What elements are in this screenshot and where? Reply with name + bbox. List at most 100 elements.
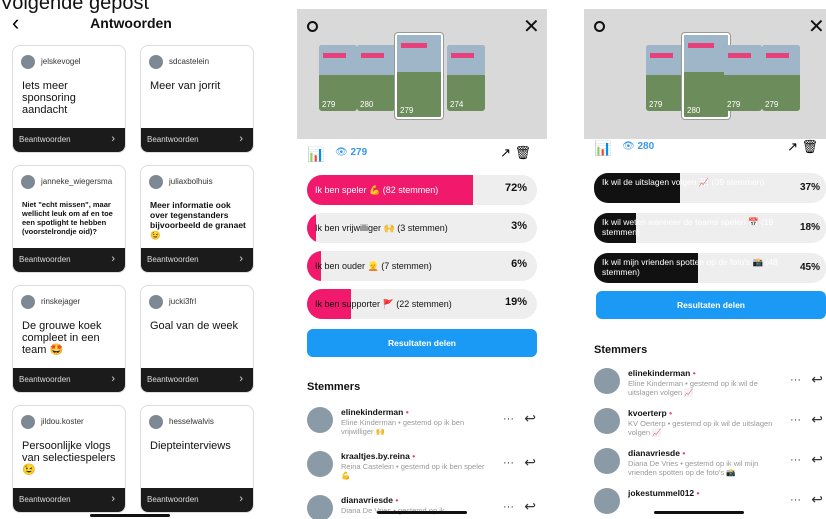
thumbnail-sticker [451, 53, 474, 58]
new-dot: • [666, 408, 673, 418]
thumbnail-view-count: 279 [649, 100, 663, 109]
thumbnail-sky [319, 45, 357, 75]
poll-option: Ik ben ouder 👱 (7 stemmen) 6% [307, 251, 537, 281]
reply-icon[interactable]: ↩ [524, 454, 536, 471]
trend-icon[interactable]: ↗ [787, 139, 798, 155]
poll-option-label: Ik wil mijn vrienden spotten op de foto'… [602, 257, 778, 277]
story-thumbnail[interactable]: 279 [646, 45, 684, 111]
avatar [149, 55, 163, 69]
chevron-right-icon: › [239, 373, 243, 385]
thumbnail-sticker [401, 43, 428, 48]
story-thumbnail[interactable]: 280 [682, 33, 730, 119]
answer-text: Persoonlijke vlogs van selectiespelers 😉 [22, 440, 116, 476]
avatar [149, 175, 163, 189]
avatar [21, 415, 35, 429]
avatar [307, 451, 333, 477]
reply-icon[interactable]: ↩ [811, 451, 823, 468]
settings-ring-icon[interactable] [594, 21, 605, 32]
thumbnail-view-count: 279 [727, 100, 741, 109]
avatar [149, 415, 163, 429]
reply-button[interactable]: Beantwoorden › [141, 128, 253, 152]
story-thumbnail[interactable]: 279 [319, 45, 357, 111]
trash-icon[interactable]: 🗑 [801, 139, 818, 155]
answer-text: Goal van de week [150, 320, 239, 332]
answer-text: Meer van jorrit [150, 80, 221, 92]
answer-username: juliaxbolhuis [169, 177, 213, 186]
reply-icon[interactable]: ↩ [811, 411, 823, 428]
thumbnail-sky [724, 45, 762, 75]
voter-handle[interactable]: elinekinderman • [341, 407, 409, 417]
voter-handle[interactable]: dianavriesde • [341, 495, 398, 505]
reply-icon[interactable]: ↩ [524, 498, 536, 515]
reply-icon[interactable]: ↩ [811, 491, 823, 508]
avatar [21, 295, 35, 309]
more-options-icon[interactable]: ··· [503, 457, 514, 469]
thumbnail-view-count: 280 [360, 100, 374, 109]
reply-button[interactable]: Beantwoorden › [141, 488, 253, 512]
new-dot: • [679, 448, 686, 458]
more-options-icon[interactable]: ··· [503, 413, 514, 425]
answer-username: jildou.koster [41, 417, 84, 426]
reply-icon[interactable]: ↩ [811, 371, 823, 388]
reply-button[interactable]: Beantwoorden › [141, 368, 253, 392]
thumbnail-view-count: 279 [400, 106, 414, 115]
poll-option-label: Ik ben supporter 🚩 (22 stemmen) [315, 299, 452, 309]
home-indicator [90, 514, 170, 517]
thumbnail-sky [447, 45, 485, 75]
reply-button[interactable]: Beantwoorden › [141, 248, 253, 272]
poll-percent: 19% [504, 296, 527, 308]
voter-handle-text: elinekinderman [341, 407, 404, 417]
thumbnail-sticker [766, 53, 789, 58]
voters-title: Stemmers [594, 344, 648, 356]
reply-label: Beantwoorden [147, 135, 199, 144]
more-options-icon[interactable]: ··· [503, 501, 514, 513]
poll-percent: 6% [511, 258, 527, 270]
share-results-button[interactable]: Resultaten delen [307, 329, 537, 357]
answer-card: juliaxbolhuis Meer informatie ook over te… [140, 165, 254, 273]
answer-card: jucki3frl Goal van de week Beantwoorden › [140, 285, 254, 393]
reply-button[interactable]: Beantwoorden › [13, 488, 125, 512]
trash-icon[interactable]: 🗑 [514, 145, 531, 161]
poll-option: Ik ben vrijwilliger 🙌 (3 stemmen) 3% [307, 213, 537, 243]
new-dot: • [694, 488, 700, 498]
thumbnail-sticker [650, 53, 673, 58]
chevron-right-icon: › [239, 253, 243, 265]
voter-row: kraaltjes.by.reina • Reina Castelein • ge… [307, 449, 542, 495]
reply-label: Beantwoorden [19, 135, 71, 144]
answer-card: rinskejager De grouwe koek compleet in ee… [12, 285, 126, 393]
answer-card: hesselwalvis Diepteinterviews Beantwoorden… [140, 405, 254, 513]
voter-handle[interactable]: kraaltjes.by.reina • [341, 451, 415, 461]
more-options-icon[interactable]: ··· [790, 374, 801, 386]
trend-icon[interactable]: ↗ [500, 145, 511, 161]
voter-handle[interactable]: jokestummel012 • [628, 488, 700, 498]
story-thumbnail[interactable]: 279 [724, 45, 762, 111]
more-options-icon[interactable]: ··· [790, 414, 801, 426]
bar-chart-icon[interactable]: 📊 [594, 140, 611, 157]
home-indicator [654, 511, 744, 514]
more-options-icon[interactable]: ··· [790, 454, 801, 466]
reply-button[interactable]: Beantwoorden › [13, 128, 125, 152]
poll-percent: 18% [799, 222, 820, 233]
voter-row: dianavriesde •Diana De Vries • gestemd o… [307, 493, 542, 519]
share-results-button[interactable]: Resultaten delen [596, 291, 826, 319]
more-options-icon[interactable]: ··· [790, 494, 801, 506]
voter-detail: Eline Kinderman • gestemd op ik ben vrij… [341, 418, 465, 436]
story-thumbnail[interactable]: 279 [395, 33, 443, 119]
settings-ring-icon[interactable] [307, 21, 318, 32]
reply-icon[interactable]: ↩ [524, 410, 536, 427]
reply-button[interactable]: Beantwoorden › [13, 248, 125, 272]
voter-handle[interactable]: dianavriesde • [628, 448, 685, 458]
story-thumbnail[interactable]: 279 [762, 45, 800, 111]
voter-handle[interactable]: kvoerterp • [628, 408, 672, 418]
voter-handle[interactable]: elinekinderman • [628, 368, 696, 378]
close-icon[interactable]: ✕ [808, 17, 825, 37]
story-thumbnail[interactable]: 280 [357, 45, 395, 111]
bar-chart-icon[interactable]: 📊 [307, 146, 324, 163]
poll-option: Ik wil mijn vrienden spotten op de foto'… [594, 253, 826, 283]
poll-option-label: Ik ben speler 💪 (82 stemmen) [315, 185, 439, 195]
reply-label: Beantwoorden [147, 255, 199, 264]
story-thumbnail[interactable]: 274 [447, 45, 485, 111]
voter-handle-text: jokestummel012 [628, 488, 695, 498]
reply-button[interactable]: Beantwoorden › [13, 368, 125, 392]
close-icon[interactable]: ✕ [523, 17, 540, 37]
